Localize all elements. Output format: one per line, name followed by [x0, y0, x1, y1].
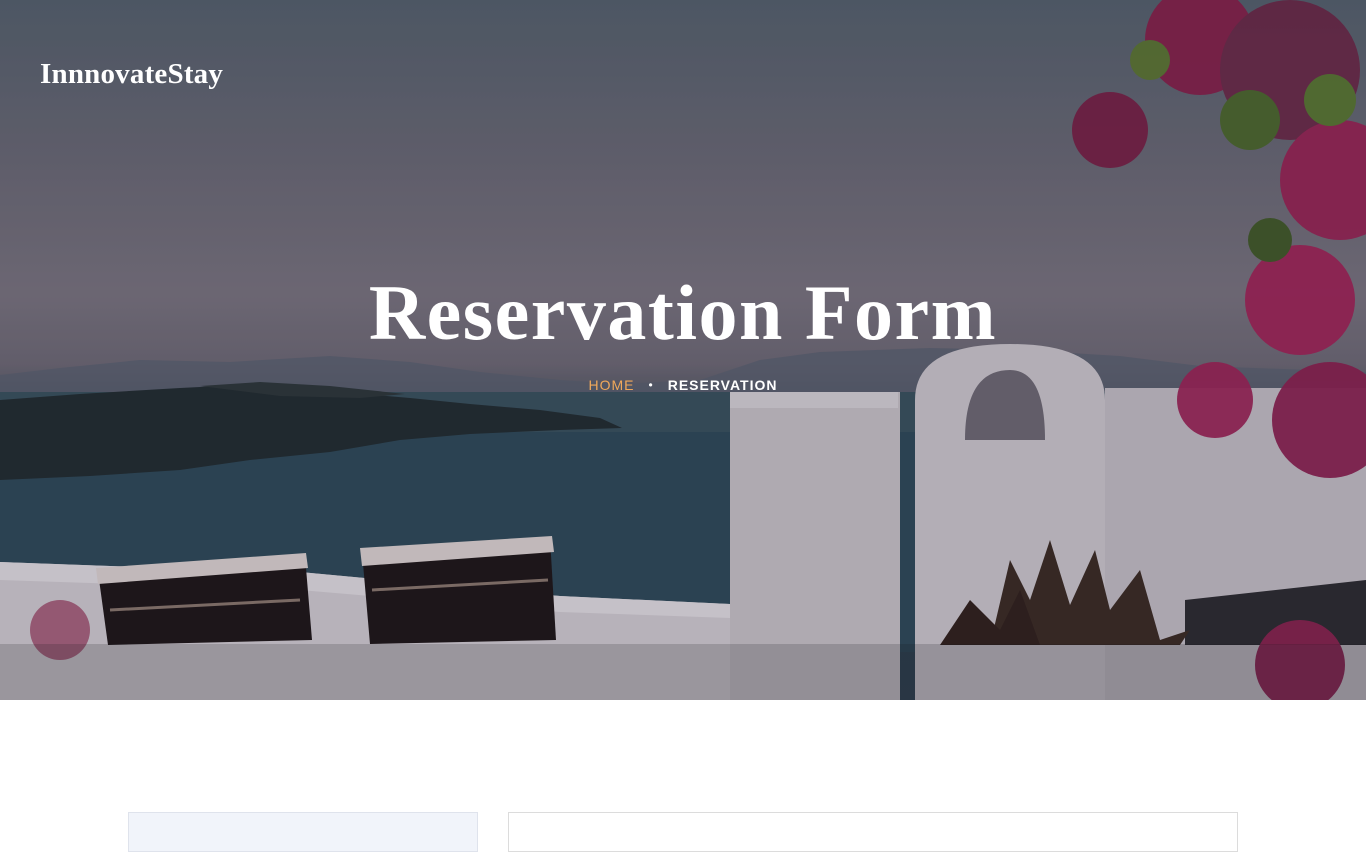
- site-logo[interactable]: InnnovateStay: [40, 58, 223, 91]
- reservation-sidebar-panel: [128, 812, 478, 852]
- reservation-form-panel: [508, 812, 1238, 852]
- page-title: Reservation Form: [368, 269, 998, 356]
- breadcrumb-current: RESERVATION: [667, 377, 778, 393]
- hero-bottom-strip: [0, 644, 1366, 700]
- breadcrumb: HOME • RESERVATION: [0, 377, 1366, 393]
- breadcrumb-home-link[interactable]: HOME: [589, 377, 635, 393]
- hero-banner: InnnovateStay Reservation Form HOME • RE…: [0, 0, 1366, 700]
- main-content: [0, 700, 1366, 852]
- breadcrumb-separator: •: [648, 378, 654, 392]
